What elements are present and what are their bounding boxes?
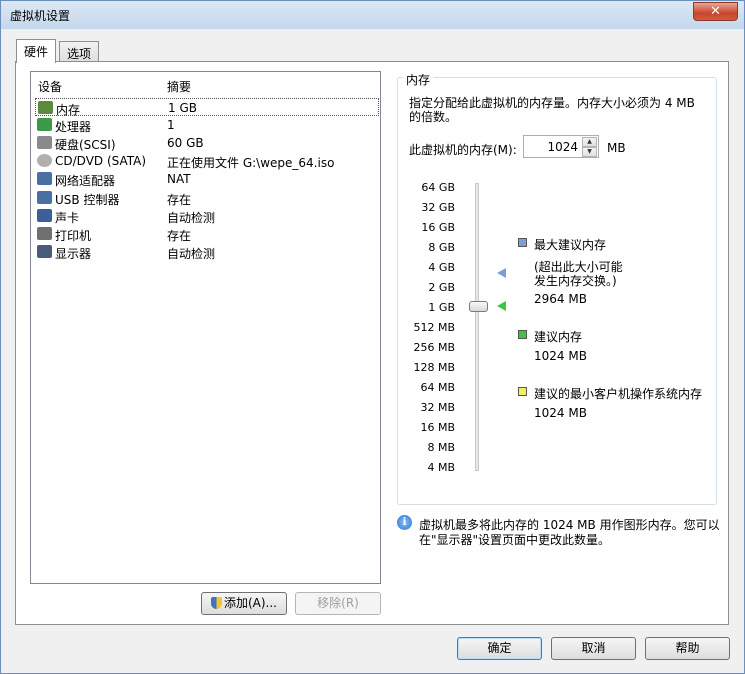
memory-icon xyxy=(38,101,53,114)
device-row-6[interactable]: 声卡 自动检测 xyxy=(35,207,379,225)
column-summary[interactable]: 摘要 xyxy=(167,78,191,95)
device-name: USB 控制器 xyxy=(55,192,120,207)
max-memory-legend-icon xyxy=(518,238,527,247)
device-row-3[interactable]: CD/DVD (SATA) 正在使用文件 G:\wepe_64.iso xyxy=(35,152,379,170)
graphics-memory-info-2: 在"显示器"设置页面中更改此数量。 xyxy=(419,533,611,547)
memory-unit: MB xyxy=(607,141,626,155)
stepper-down-icon[interactable]: ▼ xyxy=(582,147,597,157)
device-name: 硬盘(SCSI) xyxy=(55,138,116,153)
info-icon: i xyxy=(397,515,412,530)
max-memory-label: 最大建议内存 xyxy=(534,238,607,252)
memory-scale-tick: 32 GB xyxy=(421,201,455,214)
recommended-memory-label: 建议内存 xyxy=(534,330,583,344)
recommended-marker-icon xyxy=(497,301,506,311)
remove-device-button[interactable]: 移除(R) xyxy=(295,592,381,615)
tab-options[interactable]: 选项 xyxy=(59,41,100,63)
memory-group-title: 内存 xyxy=(403,71,434,88)
cd-dvd-icon xyxy=(37,154,52,168)
memory-value[interactable]: 1024 xyxy=(547,140,578,154)
memory-slider-thumb[interactable] xyxy=(469,301,488,312)
device-summary: 1 GB xyxy=(168,101,197,115)
memory-scale-tick: 1 GB xyxy=(428,301,455,314)
shield-icon xyxy=(210,597,222,609)
recommended-memory-legend-icon xyxy=(518,330,527,339)
sound-card-icon xyxy=(37,208,52,222)
device-row-0[interactable]: 内存 1 GB xyxy=(35,98,379,117)
memory-scale-tick: 16 GB xyxy=(421,221,455,234)
memory-scale-tick: 2 GB xyxy=(428,281,455,294)
tab-hardware[interactable]: 硬件 xyxy=(16,39,57,63)
device-name: CD/DVD (SATA) xyxy=(55,154,147,169)
min-os-memory-value: 1024 MB xyxy=(534,406,587,420)
device-name: 网络适配器 xyxy=(55,174,116,189)
processor-icon xyxy=(37,118,52,132)
close-icon: ✕ xyxy=(710,4,721,19)
memory-stepper[interactable]: 1024 ▲ ▼ xyxy=(523,135,599,158)
memory-scale-tick: 4 MB xyxy=(427,461,455,474)
memory-scale-tick: 32 MB xyxy=(420,401,455,414)
memory-scale-tick: 512 MB xyxy=(413,321,455,334)
close-button[interactable]: ✕ xyxy=(693,2,738,21)
device-summary: 自动检测 xyxy=(167,210,216,225)
memory-description-2: 的倍数。 xyxy=(409,110,458,124)
vm-settings-window: 虚拟机设置 ✕ 硬件 选项 设备 摘要 内存 1 GB 处理器 1 硬盘(SCSI) 60… xyxy=(0,0,745,674)
memory-field-label: 此虚拟机的内存(M): xyxy=(409,143,517,157)
device-name: 处理器 xyxy=(55,120,92,135)
memory-scale-tick: 64 MB xyxy=(420,381,455,394)
device-row-1[interactable]: 处理器 1 xyxy=(35,116,379,134)
memory-scale-tick: 4 GB xyxy=(428,261,455,274)
memory-scale-tick: 16 MB xyxy=(420,421,455,434)
device-row-7[interactable]: 打印机 存在 xyxy=(35,225,379,243)
max-recommended-marker-icon xyxy=(497,268,506,278)
device-name: 打印机 xyxy=(55,228,92,243)
min-os-memory-label: 建议的最小客户机操作系统内存 xyxy=(534,387,703,401)
help-label: 帮助 xyxy=(675,641,700,655)
max-memory-note-2: 发生内存交换。) xyxy=(534,274,617,288)
window-title: 虚拟机设置 xyxy=(10,9,71,23)
device-summary: 存在 xyxy=(167,228,192,243)
memory-scale-tick: 8 GB xyxy=(428,241,455,254)
device-name: 声卡 xyxy=(55,210,80,225)
help-button[interactable]: 帮助 xyxy=(645,637,730,660)
device-row-4[interactable]: 网络适配器 NAT xyxy=(35,170,379,188)
memory-scale-tick: 64 GB xyxy=(421,181,455,194)
stepper-up-icon[interactable]: ▲ xyxy=(582,137,597,147)
device-summary: 正在使用文件 G:\wepe_64.iso xyxy=(167,156,335,171)
printer-icon xyxy=(37,226,52,240)
add-device-label: 添加(A)... xyxy=(223,596,278,610)
display-icon xyxy=(37,244,52,258)
device-summary: 自动检测 xyxy=(167,246,216,261)
device-row-5[interactable]: USB 控制器 存在 xyxy=(35,189,379,207)
device-name: 显示器 xyxy=(55,246,92,261)
memory-scale-tick: 8 MB xyxy=(427,441,455,454)
memory-scale-tick: 256 MB xyxy=(413,341,455,354)
cancel-button[interactable]: 取消 xyxy=(551,637,636,660)
max-memory-value: 2964 MB xyxy=(534,292,587,306)
ok-label: 确定 xyxy=(487,641,512,655)
ok-button[interactable]: 确定 xyxy=(457,637,542,660)
add-device-button[interactable]: 添加(A)... xyxy=(201,592,287,615)
hard-disk-icon xyxy=(37,136,52,150)
list-header: 设备 摘要 xyxy=(31,72,380,94)
min-os-memory-legend-icon xyxy=(518,387,527,396)
device-summary: 60 GB xyxy=(167,136,204,151)
recommended-memory-value: 1024 MB xyxy=(534,349,587,363)
device-summary: 存在 xyxy=(167,192,192,207)
cancel-label: 取消 xyxy=(581,641,606,655)
device-list[interactable]: 设备 摘要 内存 1 GB 处理器 1 硬盘(SCSI) 60 GB CD/DVD (SAT… xyxy=(30,71,381,584)
remove-device-label: 移除(R) xyxy=(317,596,359,610)
title-bar[interactable]: 虚拟机设置 ✕ xyxy=(1,1,744,29)
memory-scale-tick: 128 MB xyxy=(413,361,455,374)
usb-icon xyxy=(37,190,52,204)
tab-options-label: 选项 xyxy=(67,47,92,61)
device-row-2[interactable]: 硬盘(SCSI) 60 GB xyxy=(35,134,379,152)
device-row-8[interactable]: 显示器 自动检测 xyxy=(35,243,379,261)
network-adapter-icon xyxy=(37,172,52,186)
device-summary: NAT xyxy=(167,172,191,187)
tab-hardware-label: 硬件 xyxy=(24,45,49,59)
device-summary: 1 xyxy=(167,118,175,133)
column-device[interactable]: 设备 xyxy=(38,78,62,95)
memory-slider-track[interactable] xyxy=(475,183,479,471)
